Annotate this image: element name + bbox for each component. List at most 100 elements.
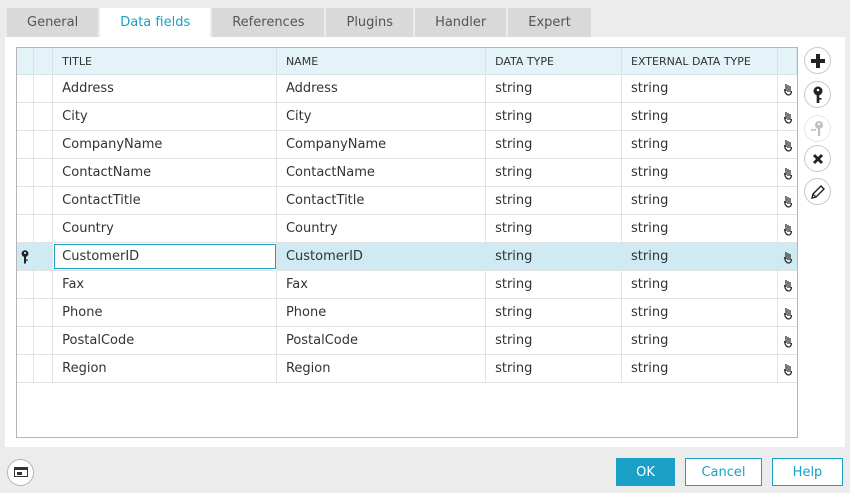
table-row[interactable]: Region Region string string [17,355,797,383]
title-cell[interactable]: Address [53,75,277,102]
add-field-button[interactable] [804,47,831,74]
drag-handle-icon[interactable] [778,271,797,298]
key-cell [17,75,34,102]
help-button[interactable]: Help [772,458,843,486]
row-selector[interactable] [34,327,54,354]
external-data-type-cell[interactable]: string [622,75,779,102]
data-type-cell[interactable]: string [486,103,623,130]
title-cell[interactable]: Phone [53,299,277,326]
drag-handle-icon[interactable] [778,299,797,326]
data-type-cell[interactable]: string [486,271,623,298]
header-icon-col [778,48,797,74]
name-cell[interactable]: CustomerID [277,243,487,270]
tab-expert[interactable]: Expert [508,8,591,37]
row-selector[interactable] [34,187,54,214]
data-type-cell[interactable]: string [486,187,623,214]
external-data-type-cell[interactable]: string [622,103,779,130]
row-selector[interactable] [34,215,54,242]
data-type-cell[interactable]: string [486,243,623,270]
table-row[interactable]: Country Country string string [17,215,797,243]
name-cell[interactable]: Phone [277,299,487,326]
row-selector[interactable] [34,271,54,298]
drag-handle-icon[interactable] [778,159,797,186]
name-cell[interactable]: Region [277,355,487,382]
drag-handle-icon[interactable] [778,327,797,354]
table-row[interactable]: CompanyName CompanyName string string [17,131,797,159]
external-data-type-cell[interactable]: string [622,271,779,298]
table-row[interactable]: Fax Fax string string [17,271,797,299]
row-selector[interactable] [34,159,54,186]
header-name[interactable]: NAME [277,48,487,74]
data-type-cell[interactable]: string [486,355,623,382]
name-cell[interactable]: ContactName [277,159,487,186]
name-cell[interactable]: PostalCode [277,327,487,354]
remove-key-button[interactable] [804,115,831,142]
edit-field-button[interactable] [804,178,831,205]
external-data-type-cell[interactable]: string [622,243,779,270]
data-type-cell[interactable]: string [486,75,623,102]
external-data-type-cell[interactable]: string [622,215,779,242]
drag-handle-icon[interactable] [778,131,797,158]
title-cell[interactable]: CompanyName [53,131,277,158]
drag-handle-icon[interactable] [778,355,797,382]
title-cell[interactable]: CustomerID [53,243,277,270]
window-mode-button[interactable] [7,459,34,486]
tab-data-fields[interactable]: Data fields [100,8,211,37]
tab-general[interactable]: General [7,8,99,37]
drag-handle-icon[interactable] [778,215,797,242]
tab-references[interactable]: References [212,8,325,37]
ok-button[interactable]: OK [616,458,675,486]
data-type-cell[interactable]: string [486,327,623,354]
data-type-cell[interactable]: string [486,131,623,158]
drag-handle-icon[interactable] [778,243,797,270]
name-cell[interactable]: ContactTitle [277,187,487,214]
title-cell[interactable]: Country [53,215,277,242]
title-cell[interactable]: Fax [53,271,277,298]
drag-handle-icon[interactable] [778,75,797,102]
name-cell[interactable]: City [277,103,487,130]
name-cell[interactable]: Address [277,75,487,102]
title-cell[interactable]: Region [53,355,277,382]
data-type-cell[interactable]: string [486,215,623,242]
title-cell[interactable]: ContactName [53,159,277,186]
header-title[interactable]: TITLE [53,48,277,74]
table-row[interactable]: PostalCode PostalCode string string [17,327,797,355]
table-row[interactable]: Phone Phone string string [17,299,797,327]
external-data-type-cell[interactable]: string [622,327,779,354]
table-row[interactable]: ContactName ContactName string string [17,159,797,187]
header-external-data-type[interactable]: EXTERNAL DATA TYPE [622,48,779,74]
row-selector[interactable] [34,75,54,102]
cancel-button[interactable]: Cancel [685,458,762,486]
external-data-type-cell[interactable]: string [622,159,779,186]
data-type-cell[interactable]: string [486,299,623,326]
table-row[interactable]: ContactTitle ContactTitle string string [17,187,797,215]
name-cell[interactable]: Country [277,215,487,242]
external-data-type-cell[interactable]: string [622,131,779,158]
remove-key-icon [810,120,823,136]
tab-handler[interactable]: Handler [415,8,507,37]
drag-handle-icon[interactable] [778,187,797,214]
data-type-cell[interactable]: string [486,159,623,186]
table-row[interactable]: CustomerID CustomerID string string [17,243,797,271]
title-cell[interactable]: ContactTitle [53,187,277,214]
title-cell[interactable]: City [53,103,277,130]
set-key-button[interactable] [804,81,831,108]
delete-field-button[interactable] [804,145,831,172]
external-data-type-cell[interactable]: string [622,299,779,326]
table-row[interactable]: Address Address string string [17,75,797,103]
grid-header: TITLE NAME DATA TYPE EXTERNAL DATA TYPE [17,48,797,75]
table-row[interactable]: City City string string [17,103,797,131]
name-cell[interactable]: CompanyName [277,131,487,158]
row-selector[interactable] [34,243,54,270]
title-cell[interactable]: PostalCode [53,327,277,354]
row-selector[interactable] [34,355,54,382]
row-selector[interactable] [34,131,54,158]
row-selector[interactable] [34,103,54,130]
row-selector[interactable] [34,299,54,326]
name-cell[interactable]: Fax [277,271,487,298]
external-data-type-cell[interactable]: string [622,355,779,382]
tab-plugins[interactable]: Plugins [326,8,414,37]
header-data-type[interactable]: DATA TYPE [486,48,623,74]
drag-handle-icon[interactable] [778,103,797,130]
external-data-type-cell[interactable]: string [622,187,779,214]
